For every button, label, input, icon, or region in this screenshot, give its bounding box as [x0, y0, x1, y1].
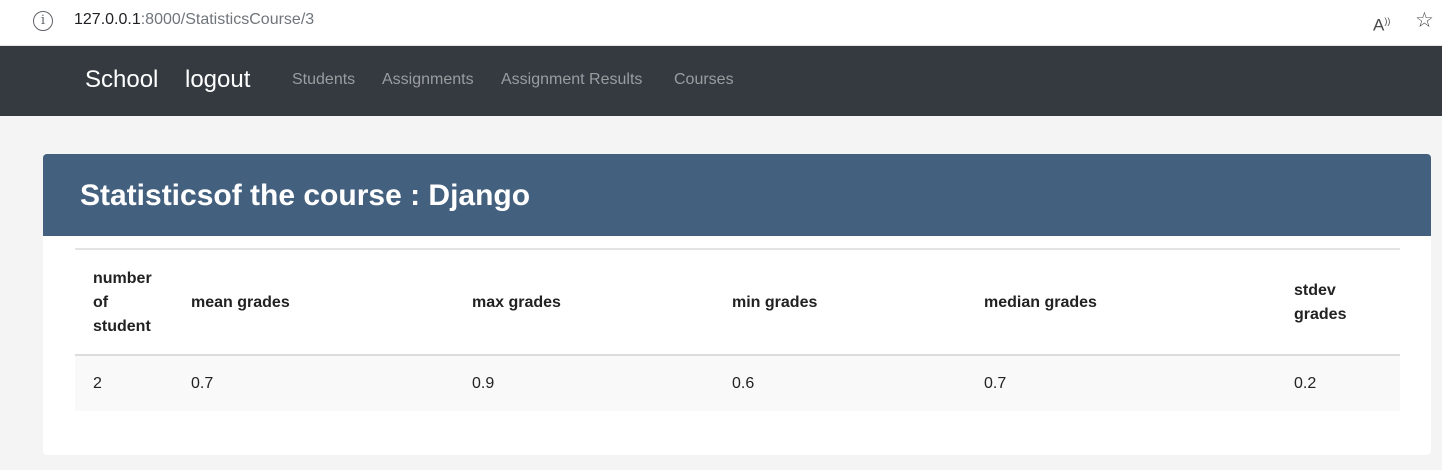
table-row: 2 0.7 0.9 0.6 0.7 0.2: [75, 355, 1400, 411]
header-min-grades: min grades: [714, 249, 966, 356]
browser-address-bar: i 127.0.0.1:8000/StatisticsCourse/3 A)) …: [0, 0, 1442, 46]
page-title: Statisticsof the course : Django: [80, 179, 531, 212]
nav-link-students[interactable]: Students: [292, 71, 355, 89]
brand-link[interactable]: School: [85, 66, 158, 94]
statistics-card: Statisticsof the course : Django number …: [43, 154, 1431, 455]
card-header: Statisticsof the course : Django: [43, 154, 1431, 236]
cell-max-grades: 0.9: [454, 355, 714, 411]
nav-link-courses[interactable]: Courses: [674, 71, 734, 89]
cell-stdev-grades: 0.2: [1276, 355, 1400, 411]
url-host: 127.0.0.1: [74, 11, 141, 28]
cell-median-grades: 0.7: [966, 355, 1276, 411]
logout-link[interactable]: logout: [185, 66, 250, 94]
cell-mean-grades: 0.7: [173, 355, 454, 411]
add-favorite-star-icon[interactable]: ☆: [1415, 8, 1441, 34]
table-header-row: number of student mean grades max grades…: [75, 249, 1400, 356]
header-median-grades: median grades: [966, 249, 1276, 356]
nav-link-assignment-results[interactable]: Assignment Results: [501, 71, 642, 89]
url-path: :8000/StatisticsCourse/3: [140, 11, 315, 28]
cell-min-grades: 0.6: [714, 355, 966, 411]
header-max-grades: max grades: [454, 249, 714, 356]
header-mean-grades: mean grades: [173, 249, 454, 356]
statistics-table: number of student mean grades max grades…: [75, 248, 1400, 411]
read-aloud-icon[interactable]: A)): [1373, 10, 1397, 35]
info-icon[interactable]: i: [33, 11, 53, 31]
header-number-of-student: number of student: [75, 249, 173, 356]
header-stdev-grades: stdev grades: [1276, 249, 1400, 356]
nav-link-assignments[interactable]: Assignments: [382, 71, 474, 89]
navbar: School logout Students Assignments Assig…: [0, 46, 1442, 116]
cell-number-of-student: 2: [75, 355, 173, 411]
url-text[interactable]: 127.0.0.1:8000/StatisticsCourse/3: [74, 11, 314, 29]
